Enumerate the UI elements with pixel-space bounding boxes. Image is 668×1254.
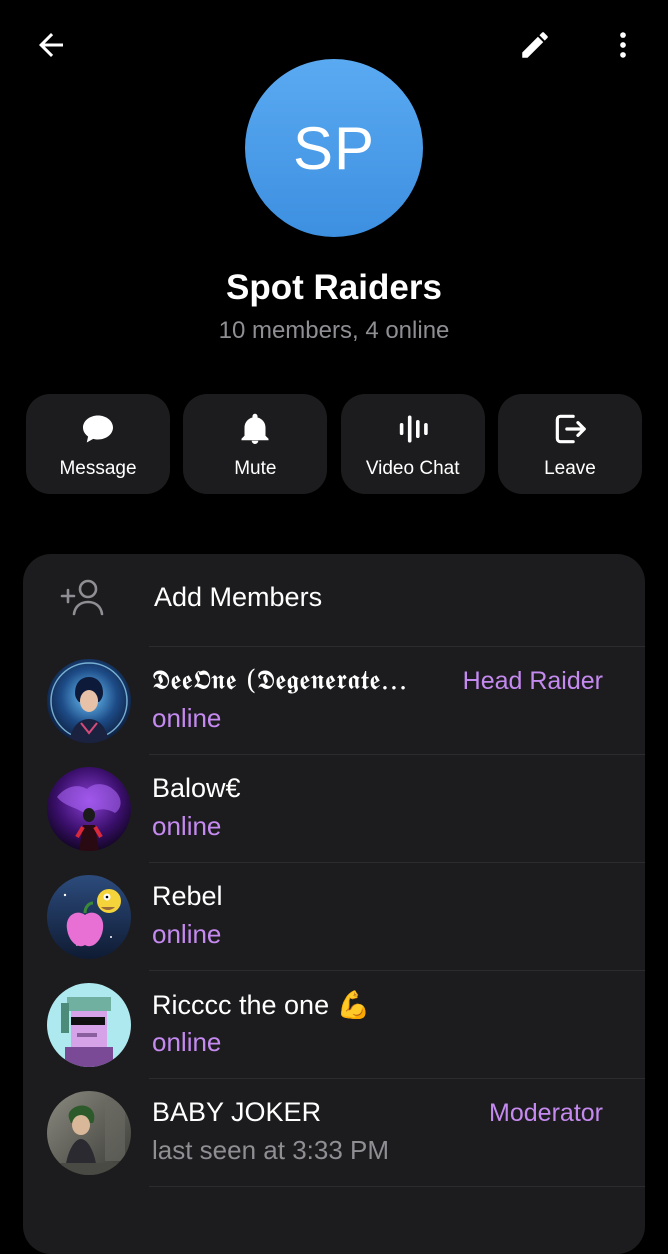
add-members-label: Add Members: [154, 582, 323, 612]
avatar: [47, 659, 131, 743]
member-name: Rebel: [152, 881, 223, 911]
logout-icon: [555, 414, 586, 444]
member-row-balow[interactable]: Balow€ online: [23, 755, 645, 863]
avatar: [47, 983, 131, 1067]
member-name: Ricccc the one 💪: [152, 990, 371, 1020]
group-name: Spot Raiders: [226, 268, 442, 307]
add-person-icon: [60, 579, 104, 616]
chat-bubble-icon: [83, 415, 113, 443]
edit-button[interactable]: [507, 17, 563, 73]
avatar: [47, 1091, 131, 1175]
leave-button-label: Leave: [544, 458, 596, 479]
mute-button[interactable]: Mute: [183, 394, 328, 494]
member-status: online: [152, 811, 222, 841]
member-row-deeone[interactable]: 𝕯𝖊𝖊𝕺𝖓𝖊 (𝕯𝖊𝖌𝖊𝖓𝖊𝖗𝖆𝖙𝖊... online Head Raider: [23, 647, 645, 755]
bell-icon: [241, 413, 269, 444]
member-name: BABY JOKER: [152, 1097, 322, 1127]
avatar: [47, 767, 131, 851]
message-button-label: Message: [59, 458, 137, 479]
members-card: Add Members 𝕯𝖊𝖊𝕺𝖓𝖊 (𝕯𝖊𝖌𝖊𝖓𝖊𝖗𝖆𝖙𝖊... online…: [23, 554, 645, 1254]
member-role: Head Raider: [462, 667, 603, 695]
member-row-ricccc[interactable]: Ricccc the one 💪 online: [23, 971, 645, 1079]
member-status: online: [152, 1027, 222, 1057]
arrow-left-icon: [39, 33, 63, 57]
member-row-rebel[interactable]: Rebel online: [23, 863, 645, 971]
group-member-count: 10 members, 4 online: [218, 317, 450, 344]
voice-bars-icon: [399, 415, 428, 443]
group-avatar-initials: SP: [292, 114, 376, 182]
member-status: online: [152, 919, 222, 949]
more-options-button[interactable]: [595, 17, 651, 73]
member-role: Moderator: [489, 1099, 603, 1127]
back-button[interactable]: [23, 17, 79, 73]
video-chat-button-label: Video Chat: [365, 458, 460, 479]
action-buttons: Message Mute Video Chat Leave: [26, 394, 642, 494]
group-avatar[interactable]: SP: [245, 59, 423, 237]
member-status: online: [152, 703, 222, 733]
message-button[interactable]: Message: [26, 394, 170, 494]
more-vertical-icon: [620, 32, 626, 58]
avatar: [47, 875, 131, 959]
member-name: Balow€: [152, 773, 241, 803]
member-status: last seen at 3:33 PM: [152, 1135, 390, 1165]
divider: [149, 1186, 645, 1187]
add-members-row[interactable]: Add Members: [23, 554, 645, 646]
mute-button-label: Mute: [234, 458, 277, 479]
pencil-icon: [522, 32, 548, 58]
member-name: 𝕯𝖊𝖊𝕺𝖓𝖊 (𝕯𝖊𝖌𝖊𝖓𝖊𝖗𝖆𝖙𝖊...: [152, 665, 408, 696]
leave-button[interactable]: Leave: [497, 394, 642, 494]
member-row-baby-joker[interactable]: BABY JOKER last seen at 3:33 PM Moderato…: [23, 1079, 645, 1187]
video-chat-button[interactable]: Video Chat: [340, 394, 485, 494]
